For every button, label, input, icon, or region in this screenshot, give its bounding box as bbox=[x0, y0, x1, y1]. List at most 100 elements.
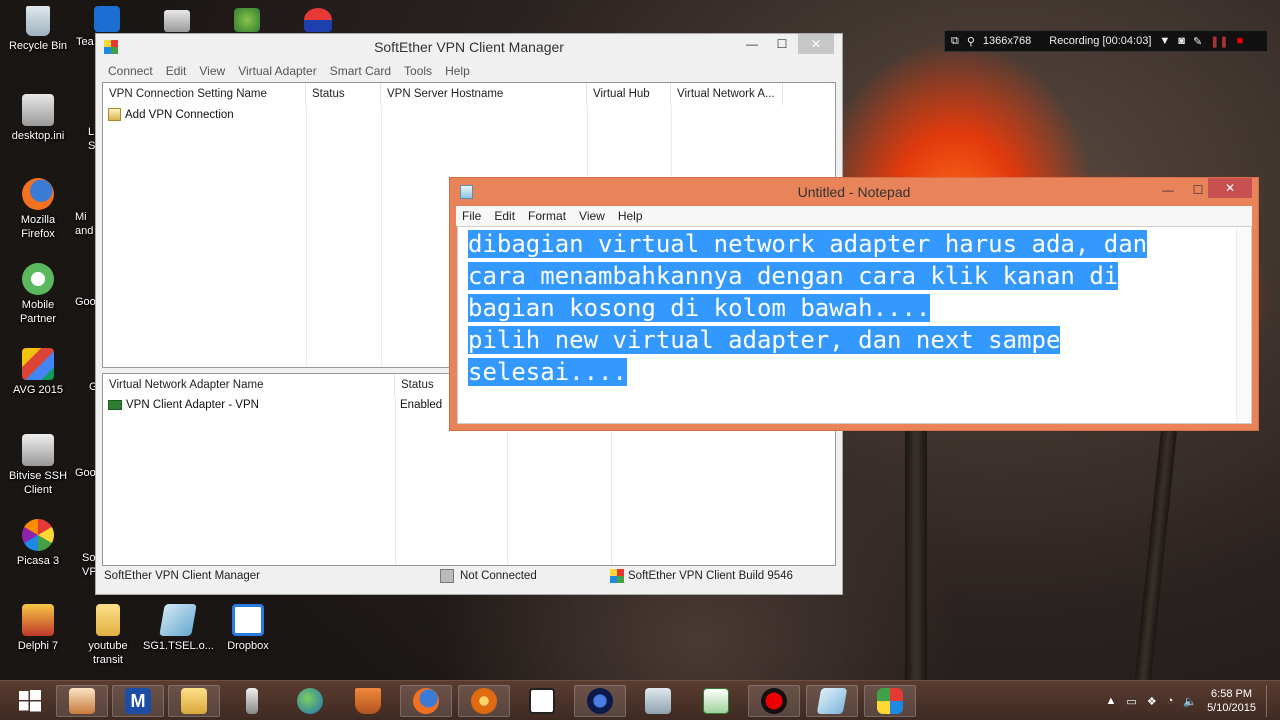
column-divider bbox=[381, 105, 382, 367]
desktop-icon-label: Dropbox bbox=[227, 640, 269, 652]
taskbar-picasa[interactable] bbox=[864, 685, 916, 717]
menu-view[interactable]: View bbox=[199, 64, 225, 82]
menu-format[interactable]: Format bbox=[528, 209, 566, 223]
taskbar-network-globe[interactable] bbox=[284, 685, 336, 717]
network-icon[interactable]: ❖ bbox=[1147, 695, 1157, 708]
network-adapter-icon bbox=[108, 400, 122, 410]
resolution-readout: 1366x768 bbox=[982, 35, 1032, 47]
volume-icon[interactable]: 🔈 bbox=[1183, 695, 1197, 708]
taskbar-java-app[interactable] bbox=[56, 685, 108, 717]
taskbar-firefox[interactable] bbox=[400, 685, 452, 717]
column-header[interactable]: VPN Server Hostname bbox=[381, 83, 587, 105]
clock-date: 5/10/2015 bbox=[1207, 702, 1256, 714]
desktop-icon-sg1[interactable]: SG1.TSEL.o... bbox=[143, 604, 214, 653]
zoom-icon[interactable]: ⚲ bbox=[967, 35, 975, 48]
list-item-add-vpn-connection[interactable]: Add VPN Connection bbox=[108, 108, 234, 121]
desktop-icon-partial[interactable]: Goo bbox=[75, 466, 97, 480]
taskbar-notepad[interactable] bbox=[806, 685, 858, 717]
column-header[interactable]: Virtual Network Adapter Name bbox=[103, 374, 395, 396]
media-player-classic-icon bbox=[529, 688, 555, 714]
taskbar-usb[interactable] bbox=[226, 685, 278, 717]
gardening-app-icon[interactable] bbox=[234, 8, 260, 32]
dropdown-icon[interactable]: ▼ bbox=[1159, 35, 1170, 47]
network-status-icon bbox=[440, 569, 454, 583]
menu-edit[interactable]: Edit bbox=[494, 209, 515, 223]
wifi-icon[interactable]: ◔ bbox=[1167, 695, 1174, 707]
show-hidden-icons-button[interactable]: ▲ bbox=[1106, 695, 1117, 707]
avg-icon bbox=[22, 348, 54, 380]
taskbar-vlc[interactable] bbox=[458, 685, 510, 717]
stop-icon[interactable]: ■ bbox=[1237, 35, 1244, 47]
column-header[interactable]: Virtual Hub bbox=[587, 83, 671, 105]
start-button[interactable] bbox=[4, 685, 56, 717]
red-blue-ball-icon[interactable] bbox=[304, 8, 332, 32]
show-desktop-button[interactable] bbox=[1266, 685, 1272, 717]
mobile-partner-icon bbox=[22, 263, 54, 295]
system-tray: ▲ ▭ ❖ ◔ 🔈 6:58 PM 5/10/2015 bbox=[1106, 685, 1272, 717]
desktop-icon-picasa[interactable]: Picasa 3 bbox=[3, 519, 73, 568]
column-header[interactable]: Status bbox=[306, 83, 381, 105]
taskbar-media-player[interactable] bbox=[516, 685, 568, 717]
notepad-titlebar[interactable]: Untitled - Notepad bbox=[450, 178, 1258, 206]
menu-virtual-adapter[interactable]: Virtual Adapter bbox=[238, 64, 317, 82]
maximize-button[interactable]: ☐ bbox=[767, 34, 797, 54]
desktop-icon-delphi[interactable]: Delphi 7 bbox=[3, 604, 73, 653]
menu-tools[interactable]: Tools bbox=[404, 64, 432, 82]
taskbar-remote-desktop[interactable] bbox=[632, 685, 684, 717]
text-line: cara menambahkannya dengan cara klik kan… bbox=[468, 260, 1241, 292]
java-app-icon bbox=[69, 688, 95, 714]
column-header[interactable]: VPN Connection Setting Name bbox=[103, 83, 306, 105]
notepad-window[interactable]: Untitled - Notepad — ☐ ✕ File Edit Forma… bbox=[449, 177, 1259, 431]
window-select-icon[interactable]: ⧉ bbox=[951, 35, 959, 48]
desktop-icon-bitvise[interactable]: Bitvise SSH Client bbox=[3, 434, 73, 497]
desktop-icon-desktop-ini[interactable]: desktop.ini bbox=[3, 94, 73, 143]
taskbar-notepad-plus[interactable] bbox=[690, 685, 742, 717]
menu-edit[interactable]: Edit bbox=[166, 64, 187, 82]
status-app-name: SoftEther VPN Client Manager bbox=[104, 570, 260, 582]
menu-help[interactable]: Help bbox=[618, 209, 643, 223]
menu-smart-card[interactable]: Smart Card bbox=[330, 64, 391, 82]
maxthon-icon: M bbox=[125, 688, 151, 714]
taskbar-softether[interactable] bbox=[574, 685, 626, 717]
notepad-text-area[interactable]: dibagian virtual network adapter harus a… bbox=[457, 226, 1252, 424]
minimize-button[interactable]: — bbox=[737, 34, 767, 54]
recording-toolbar[interactable]: ⧉ ⚲ 1366x768 Recording [00:04:03] ▼ ◙ ✎ … bbox=[944, 30, 1268, 52]
firefox-icon bbox=[22, 178, 54, 210]
folder-icon bbox=[96, 604, 120, 636]
menu-connect[interactable]: Connect bbox=[108, 64, 153, 82]
window-title: Untitled - Notepad bbox=[797, 184, 911, 200]
taskbar-recorder[interactable] bbox=[748, 685, 800, 717]
vertical-scrollbar[interactable] bbox=[1236, 228, 1250, 422]
close-button[interactable]: ✕ bbox=[1208, 178, 1252, 198]
desktop-icon-avg[interactable]: AVG 2015 bbox=[3, 348, 73, 397]
desktop-icon-partial[interactable]: Goo bbox=[75, 295, 97, 309]
taskbar-java[interactable] bbox=[342, 685, 394, 717]
action-center-icon[interactable]: ▭ bbox=[1126, 695, 1136, 708]
desktop-icon-youtube-transit[interactable]: youtube transit bbox=[73, 604, 143, 667]
desktop-icon-dropbox[interactable]: Dropbox bbox=[213, 604, 283, 653]
pause-icon[interactable]: ❚❚ bbox=[1210, 35, 1228, 48]
camera-icon[interactable]: ◙ bbox=[1178, 35, 1185, 47]
desktop-icon-mobile-partner[interactable]: Mobile Partner bbox=[3, 263, 73, 326]
close-button[interactable]: ✕ bbox=[798, 34, 834, 54]
remote-desktop-icon bbox=[645, 688, 671, 714]
list-item-vpn-adapter[interactable]: VPN Client Adapter - VPN bbox=[108, 399, 259, 411]
pen-icon[interactable]: ✎ bbox=[1193, 35, 1202, 48]
softether-menubar: Connect Edit View Virtual Adapter Smart … bbox=[96, 64, 842, 82]
clock[interactable]: 6:58 PM 5/10/2015 bbox=[1207, 687, 1256, 715]
minimize-button[interactable]: — bbox=[1153, 180, 1183, 200]
settings-file-icon[interactable] bbox=[164, 10, 190, 32]
taskbar-maxthon[interactable]: M bbox=[112, 685, 164, 717]
menu-file[interactable]: File bbox=[462, 209, 481, 223]
menu-help[interactable]: Help bbox=[445, 64, 470, 82]
softether-titlebar[interactable]: SoftEther VPN Client Manager bbox=[96, 34, 842, 60]
menu-view[interactable]: View bbox=[579, 209, 605, 223]
taskbar-file-explorer[interactable] bbox=[168, 685, 220, 717]
desktop-icon-label: Goo bbox=[75, 296, 96, 308]
desktop-icon-firefox[interactable]: Mozilla Firefox bbox=[3, 178, 73, 241]
desktop-icon-recycle-bin[interactable]: Recycle Bin bbox=[3, 6, 73, 53]
desktop-icon-label: and bbox=[75, 225, 94, 237]
softether-app-icon bbox=[104, 40, 118, 54]
desktop-icon-partial[interactable]: Mi and bbox=[75, 210, 97, 238]
column-header[interactable]: Virtual Network A... bbox=[671, 83, 783, 105]
